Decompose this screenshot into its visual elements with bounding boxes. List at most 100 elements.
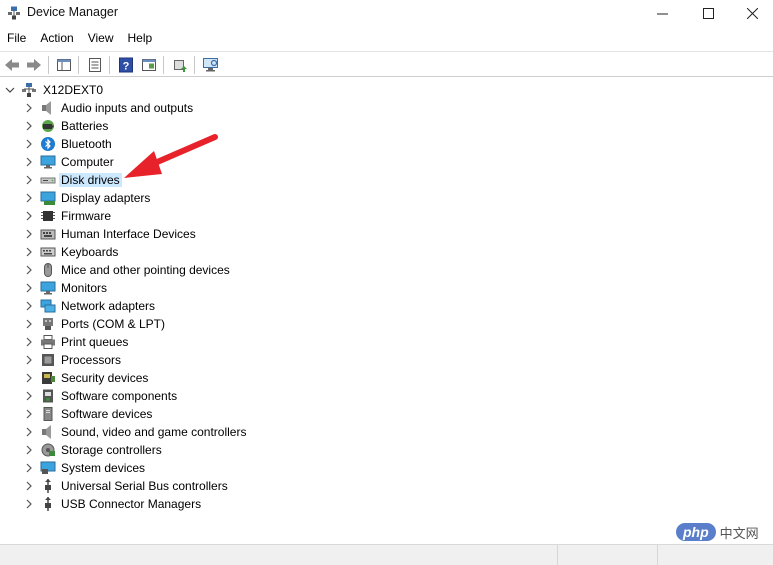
chevron-right-icon[interactable] [24, 373, 34, 383]
back-button[interactable] [2, 55, 22, 75]
tree-root[interactable]: X12DEXT0 [0, 81, 773, 99]
tree-item[interactable]: Display adapters [0, 189, 773, 207]
chevron-right-icon[interactable] [24, 175, 34, 185]
chevron-right-icon[interactable] [24, 463, 34, 473]
tree-item-label[interactable]: Security devices [59, 371, 150, 385]
scan-hardware-icon [203, 58, 218, 72]
maximize-button[interactable] [686, 0, 730, 26]
tree-item-label[interactable]: Software devices [59, 407, 154, 421]
update-driver-button[interactable] [170, 55, 190, 75]
back-icon [5, 59, 19, 71]
tree-item-label[interactable]: Audio inputs and outputs [59, 101, 195, 115]
tree-item-label[interactable]: Disk drives [59, 173, 122, 187]
menu-help[interactable]: Help [121, 28, 160, 50]
tree-item[interactable]: Print queues [0, 333, 773, 351]
chevron-right-icon[interactable] [24, 265, 34, 275]
chevron-right-icon[interactable] [24, 427, 34, 437]
tree-item[interactable]: Universal Serial Bus controllers [0, 477, 773, 495]
chevron-right-icon[interactable] [24, 193, 34, 203]
toolbar: ? [0, 51, 773, 77]
chevron-right-icon[interactable] [24, 157, 34, 167]
tree-item[interactable]: Firmware [0, 207, 773, 225]
tree-item-label[interactable]: Network adapters [59, 299, 157, 313]
tree-item-label[interactable]: Keyboards [59, 245, 120, 259]
tree-item[interactable]: Software components [0, 387, 773, 405]
chevron-right-icon[interactable] [24, 121, 34, 131]
tree-item[interactable]: USB Connector Managers [0, 495, 773, 513]
toolbar-separator [163, 56, 164, 74]
chevron-right-icon[interactable] [24, 139, 34, 149]
menu-action[interactable]: Action [33, 28, 80, 50]
tree-item-label[interactable]: Software components [59, 389, 179, 403]
tree-item[interactable]: Mice and other pointing devices [0, 261, 773, 279]
chevron-right-icon[interactable] [24, 499, 34, 509]
tree-item[interactable]: Batteries [0, 117, 773, 135]
properties-pane-icon [57, 59, 71, 71]
chevron-right-icon[interactable] [24, 247, 34, 257]
tree-item-label[interactable]: Mice and other pointing devices [59, 263, 232, 277]
chevron-right-icon[interactable] [24, 391, 34, 401]
tree-item[interactable]: Bluetooth [0, 135, 773, 153]
menu-file[interactable]: File [0, 28, 33, 50]
tree-item-label[interactable]: Processors [59, 353, 123, 367]
tree-item-label[interactable]: Display adapters [59, 191, 152, 205]
tree-item[interactable]: Monitors [0, 279, 773, 297]
chevron-right-icon[interactable] [24, 211, 34, 221]
tree-item-label[interactable]: USB Connector Managers [59, 497, 203, 511]
tree-item[interactable]: Storage controllers [0, 441, 773, 459]
scan-hardware-button[interactable] [201, 55, 221, 75]
tree-item[interactable]: Keyboards [0, 243, 773, 261]
tree-item-label[interactable]: System devices [59, 461, 147, 475]
chevron-right-icon[interactable] [24, 283, 34, 293]
tree-item[interactable]: Audio inputs and outputs [0, 99, 773, 117]
tree-item[interactable]: Disk drives [0, 171, 773, 189]
close-button[interactable] [730, 0, 773, 26]
tree-root-label[interactable]: X12DEXT0 [41, 83, 105, 97]
tree-item-label[interactable]: Ports (COM & LPT) [59, 317, 167, 331]
tree-item-label[interactable]: Monitors [59, 281, 109, 295]
properties-pane-button[interactable] [54, 55, 74, 75]
maximize-icon [702, 7, 714, 19]
chevron-right-icon[interactable] [24, 103, 34, 113]
chevron-right-icon[interactable] [24, 481, 34, 491]
menu-bar: File Action View Help [0, 28, 773, 50]
menu-view[interactable]: View [81, 28, 121, 50]
tree-item-label[interactable]: Universal Serial Bus controllers [59, 479, 230, 493]
tree-item[interactable]: Software devices [0, 405, 773, 423]
tree-item[interactable]: Security devices [0, 369, 773, 387]
chevron-right-icon[interactable] [24, 409, 34, 419]
tree-item-label[interactable]: Human Interface Devices [59, 227, 198, 241]
chevron-right-icon[interactable] [24, 445, 34, 455]
system-device-icon [40, 461, 56, 474]
chevron-right-icon[interactable] [24, 301, 34, 311]
chevron-right-icon[interactable] [24, 319, 34, 329]
tree-item[interactable]: Computer [0, 153, 773, 171]
forward-icon [27, 59, 41, 71]
tree-item-label[interactable]: Sound, video and game controllers [59, 425, 248, 439]
monitor-icon [40, 281, 56, 295]
tree-item[interactable]: Processors [0, 351, 773, 369]
tree-item[interactable]: Network adapters [0, 297, 773, 315]
tree-item[interactable]: Sound, video and game controllers [0, 423, 773, 441]
tree-item-label[interactable]: Computer [59, 155, 116, 169]
chevron-down-icon[interactable] [5, 85, 15, 95]
chevron-right-icon[interactable] [24, 337, 34, 347]
show-hide-button[interactable] [139, 55, 159, 75]
list-view-button[interactable] [85, 55, 105, 75]
tree-item[interactable]: System devices [0, 459, 773, 477]
tree-item-label[interactable]: Bluetooth [59, 137, 114, 151]
annotation-arrow [124, 134, 218, 178]
forward-button[interactable] [24, 55, 44, 75]
help-button[interactable]: ? [116, 55, 136, 75]
update-driver-icon [174, 60, 187, 72]
tree-item-label[interactable]: Print queues [59, 335, 130, 349]
chevron-right-icon[interactable] [24, 229, 34, 239]
device-tree[interactable]: X12DEXT0 Audio inputs and outputs Batteri… [0, 80, 773, 542]
tree-item-label[interactable]: Firmware [59, 209, 113, 223]
chevron-right-icon[interactable] [24, 355, 34, 365]
minimize-button[interactable] [640, 0, 684, 26]
tree-item-label[interactable]: Batteries [59, 119, 110, 133]
tree-item[interactable]: Human Interface Devices [0, 225, 773, 243]
tree-item[interactable]: Ports (COM & LPT) [0, 315, 773, 333]
tree-item-label[interactable]: Storage controllers [59, 443, 164, 457]
